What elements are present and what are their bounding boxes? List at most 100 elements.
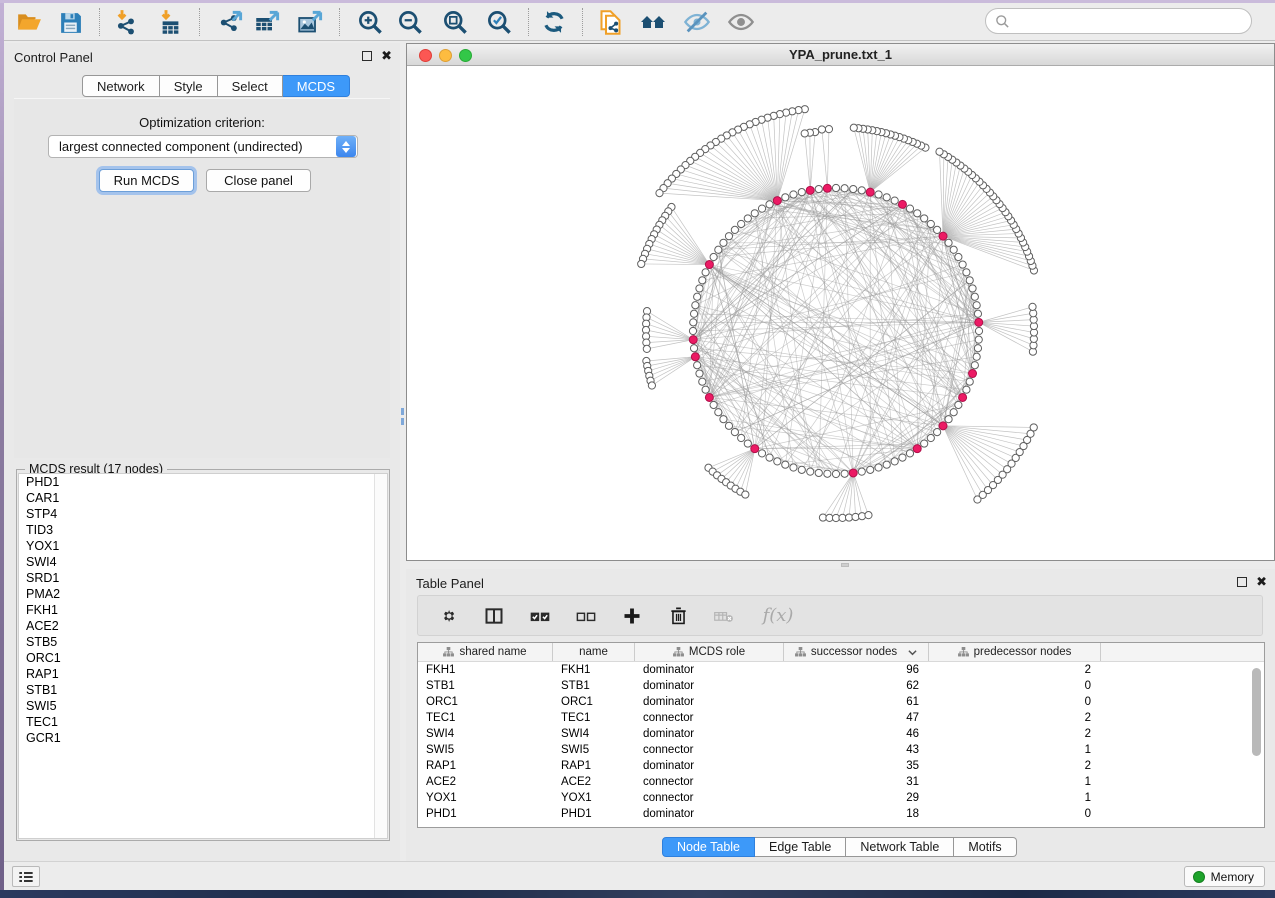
graph-node[interactable]: [927, 434, 934, 441]
zoom-out-button[interactable]: [393, 6, 427, 38]
graph-node[interactable]: [865, 512, 872, 519]
graph-node[interactable]: [751, 210, 758, 217]
graph-node[interactable]: [807, 468, 814, 475]
mcds-result-item[interactable]: PHD1: [19, 474, 387, 490]
mcds-result-item[interactable]: FKH1: [19, 602, 387, 618]
cell-shared-name[interactable]: FKH1: [418, 662, 553, 678]
graph-node[interactable]: [966, 378, 973, 385]
cell-MCDS-role[interactable]: connector: [635, 710, 784, 726]
cell-shared-name[interactable]: STB1: [418, 678, 553, 694]
graph-node[interactable]: [696, 285, 703, 292]
run-mcds-button[interactable]: Run MCDS: [99, 169, 194, 192]
graph-node[interactable]: [643, 345, 650, 352]
graph-node[interactable]: [758, 205, 765, 212]
graph-node[interactable]: [758, 450, 765, 457]
save-session-button[interactable]: [53, 6, 87, 38]
graph-mcds-node[interactable]: [691, 353, 699, 361]
graph-node[interactable]: [875, 464, 882, 471]
cell-name[interactable]: RAP1: [553, 758, 635, 774]
graph-node[interactable]: [720, 239, 727, 246]
graph-node[interactable]: [1029, 303, 1036, 310]
graph-node[interactable]: [742, 491, 749, 498]
tab-network-table[interactable]: Network Table: [846, 837, 954, 857]
import-network-button[interactable]: [109, 6, 143, 38]
mcds-result-item[interactable]: STP4: [19, 506, 387, 522]
graph-mcds-node[interactable]: [773, 197, 781, 205]
graph-node[interactable]: [841, 185, 848, 192]
graph-node[interactable]: [974, 345, 981, 352]
cell-predecessor-nodes[interactable]: 1: [929, 790, 1101, 806]
cell-successor-nodes[interactable]: 18: [784, 806, 929, 822]
graph-node[interactable]: [950, 246, 957, 253]
graph-node[interactable]: [973, 302, 980, 309]
select-all-button[interactable]: [528, 604, 552, 628]
mcds-result-item[interactable]: ACE2: [19, 618, 387, 634]
export-table-button[interactable]: [250, 6, 284, 38]
float-panel-icon[interactable]: [1237, 577, 1247, 587]
tab-node-table[interactable]: Node Table: [662, 837, 755, 857]
cell-predecessor-nodes[interactable]: 2: [929, 726, 1101, 742]
zoom-fit-button[interactable]: [438, 6, 472, 38]
graph-node[interactable]: [936, 148, 943, 155]
graph-node[interactable]: [969, 285, 976, 292]
graph-node[interactable]: [744, 440, 751, 447]
graph-node[interactable]: [832, 184, 839, 191]
graph-node[interactable]: [738, 220, 745, 227]
zoom-in-button[interactable]: [353, 6, 387, 38]
graph-node[interactable]: [963, 269, 970, 276]
graph-node[interactable]: [715, 246, 722, 253]
cell-successor-nodes[interactable]: 61: [784, 694, 929, 710]
cell-successor-nodes[interactable]: 46: [784, 726, 929, 742]
graph-node[interactable]: [690, 319, 697, 326]
cell-MCDS-role[interactable]: dominator: [635, 758, 784, 774]
export-image-button[interactable]: [293, 6, 327, 38]
graph-node[interactable]: [825, 126, 832, 133]
cell-predecessor-nodes[interactable]: 2: [929, 662, 1101, 678]
mcds-result-item[interactable]: CAR1: [19, 490, 387, 506]
graph-mcds-node[interactable]: [689, 336, 697, 344]
graph-mcds-node[interactable]: [849, 469, 857, 477]
function-builder-button[interactable]: f(x): [758, 604, 798, 628]
graph-node[interactable]: [1030, 424, 1037, 431]
task-history-button[interactable]: [12, 866, 40, 887]
graph-mcds-node[interactable]: [705, 393, 713, 401]
graph-node[interactable]: [798, 189, 805, 196]
settings-gear-button[interactable]: [436, 604, 460, 628]
cell-successor-nodes[interactable]: 47: [784, 710, 929, 726]
graph-node[interactable]: [702, 269, 709, 276]
graph-node[interactable]: [875, 191, 882, 198]
network-canvas[interactable]: [407, 66, 1274, 560]
graph-node[interactable]: [699, 378, 706, 385]
graph-node[interactable]: [801, 130, 808, 137]
graph-node[interactable]: [694, 293, 701, 300]
new-network-from-selection-button[interactable]: [593, 6, 627, 38]
mcds-result-item[interactable]: RAP1: [19, 666, 387, 682]
graph-node[interactable]: [699, 277, 706, 284]
cell-name[interactable]: ACE2: [553, 774, 635, 790]
graph-node[interactable]: [841, 470, 848, 477]
column-header-predecessor-nodes[interactable]: predecessor nodes: [929, 643, 1101, 661]
table-row[interactable]: RAP1RAP1dominator352: [418, 758, 1264, 774]
graph-node[interactable]: [950, 409, 957, 416]
graph-mcds-node[interactable]: [969, 370, 977, 378]
cell-name[interactable]: ORC1: [553, 694, 635, 710]
graph-node[interactable]: [934, 226, 941, 233]
mcds-result-item[interactable]: SWI4: [19, 554, 387, 570]
delete-column-button[interactable]: [666, 604, 690, 628]
table-row[interactable]: TEC1TEC1connector472: [418, 710, 1264, 726]
vertical-splitter-handle[interactable]: [401, 408, 404, 415]
cell-predecessor-nodes[interactable]: 2: [929, 710, 1101, 726]
cell-successor-nodes[interactable]: 43: [784, 742, 929, 758]
cell-successor-nodes[interactable]: 62: [784, 678, 929, 694]
mcds-result-item[interactable]: TID3: [19, 522, 387, 538]
refresh-button[interactable]: [537, 6, 571, 38]
table-row[interactable]: ACE2ACE2connector311: [418, 774, 1264, 790]
graph-node[interactable]: [815, 469, 822, 476]
graph-node[interactable]: [702, 386, 709, 393]
cell-successor-nodes[interactable]: 96: [784, 662, 929, 678]
graph-node[interactable]: [694, 362, 701, 369]
open-file-button[interactable]: [12, 6, 46, 38]
graph-node[interactable]: [945, 416, 952, 423]
graph-node[interactable]: [971, 362, 978, 369]
mcds-result-item[interactable]: TEC1: [19, 714, 387, 730]
